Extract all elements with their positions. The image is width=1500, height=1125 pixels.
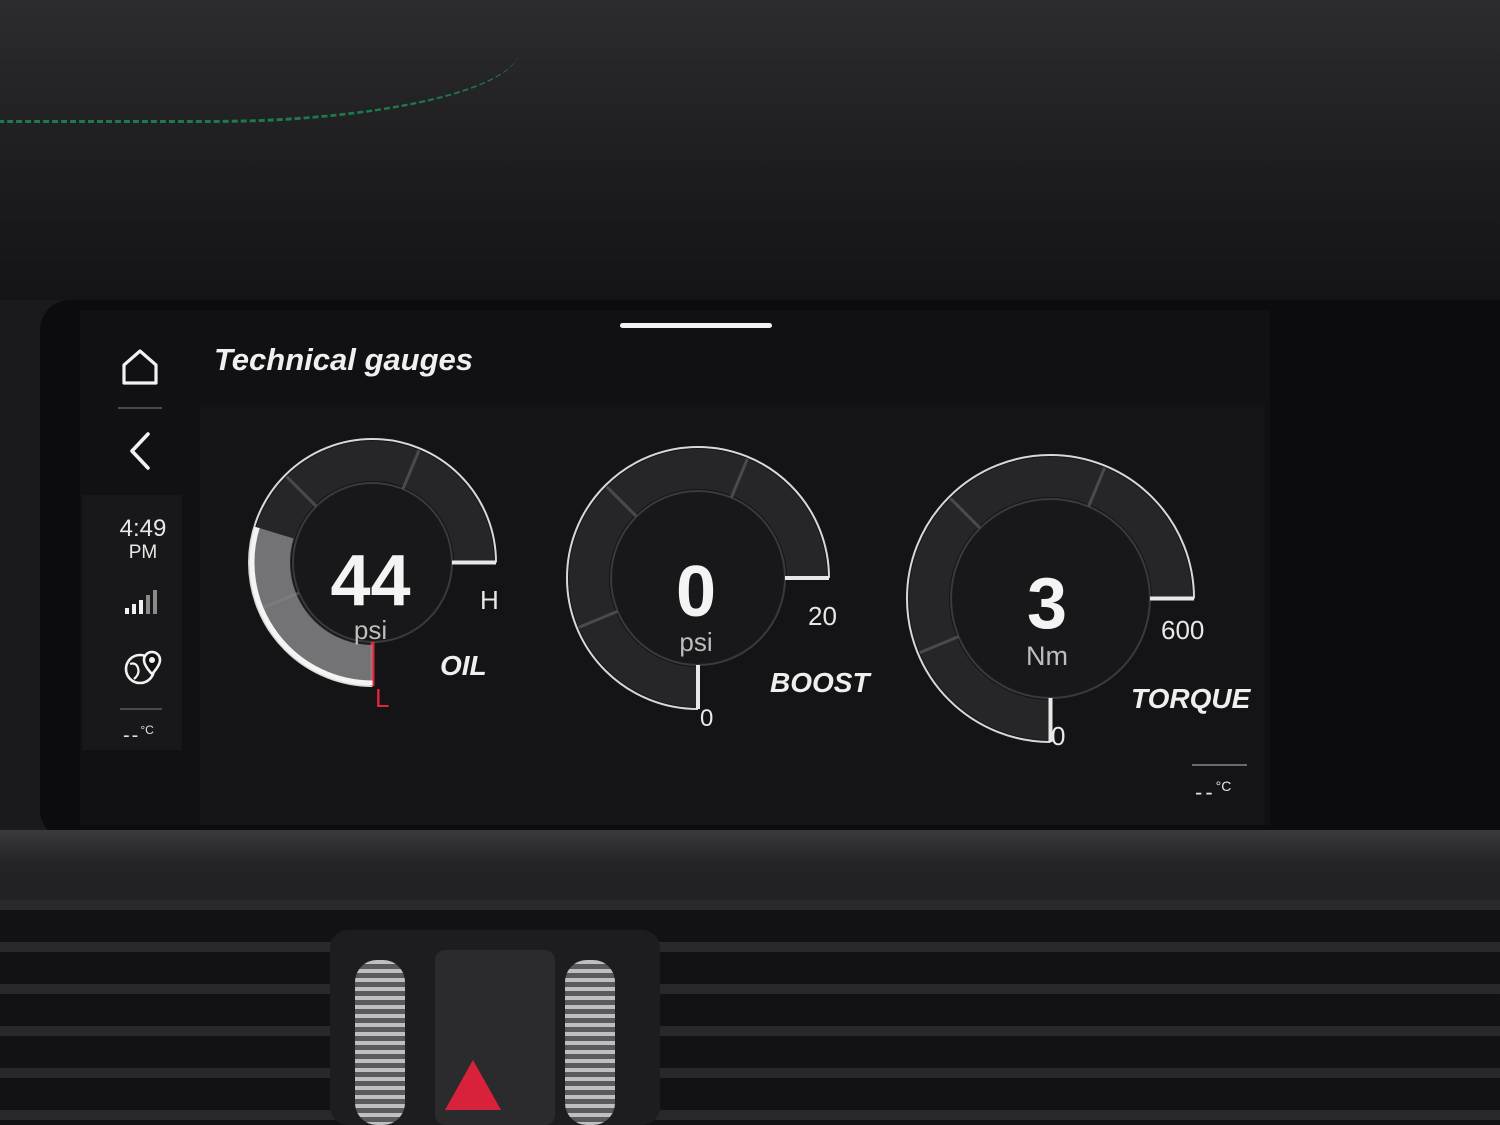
clock-time: 4:49 xyxy=(119,515,167,542)
temperature-divider xyxy=(1192,764,1247,766)
boost-unit: psi xyxy=(679,627,713,657)
sidebar-temperature-value: -- xyxy=(123,724,141,747)
vent-knob-left[interactable] xyxy=(355,960,405,1125)
back-icon[interactable] xyxy=(126,430,156,472)
oil-pressure-gauge: 44 psi H L OIL xyxy=(245,435,500,715)
outside-temperature-value: -- xyxy=(1195,779,1216,805)
torque-unit: Nm xyxy=(1026,641,1068,671)
oil-min-label: L xyxy=(375,683,390,713)
sidebar-divider-bottom xyxy=(120,708,162,710)
air-vent xyxy=(0,900,1500,1125)
boost-min-label: 0 xyxy=(700,705,714,732)
signal-icon xyxy=(124,588,160,616)
oil-unit: psi xyxy=(353,615,388,645)
home-icon[interactable] xyxy=(120,346,160,386)
boost-gauge-name: BOOST xyxy=(770,667,870,698)
clock: 4:49 PM xyxy=(110,516,176,564)
clock-ampm: PM xyxy=(128,542,158,563)
torque-gauge-name: TORQUE xyxy=(1131,683,1251,714)
page-title: Technical gauges xyxy=(214,342,473,377)
outside-temperature-unit: °C xyxy=(1215,778,1232,794)
torque-gauge: 3 Nm 600 0 TORQUE xyxy=(903,451,1250,751)
vent-knob-right[interactable] xyxy=(565,960,615,1125)
boost-max-label: 20 xyxy=(808,601,837,631)
sidebar-divider xyxy=(118,407,162,409)
boost-value: 0 xyxy=(675,552,717,632)
sidebar-temperature: --°C xyxy=(123,723,154,748)
oil-value: 44 xyxy=(330,541,411,621)
torque-max-label: 600 xyxy=(1161,615,1205,645)
boost-gauge: 0 psi 20 0 BOOST xyxy=(563,443,870,732)
torque-value: 3 xyxy=(1026,564,1068,644)
oil-gauge-name: OIL xyxy=(440,650,487,681)
oil-max-label: H xyxy=(480,585,499,615)
sidebar-temperature-unit: °C xyxy=(140,723,154,737)
hazard-icon xyxy=(445,1060,501,1110)
torque-min-label: 0 xyxy=(1051,721,1066,751)
page-indicator[interactable] xyxy=(620,323,772,328)
globe-pin-icon[interactable] xyxy=(124,648,164,688)
outside-temperature: --°C xyxy=(1195,778,1231,805)
